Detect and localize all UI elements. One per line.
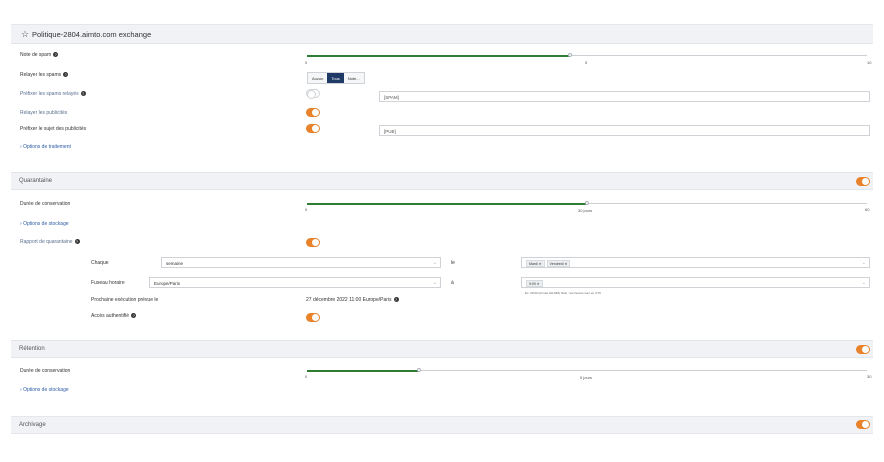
retention-options-stockage-link[interactable]: › Options de stockage [20,387,69,393]
note-spam-slider[interactable] [307,53,867,57]
note-spam-text: Note de spam [20,52,52,58]
retention-section-header: Rétention [11,340,873,358]
archivage-toggle[interactable] [856,420,870,429]
chevron-down-icon: ⌄ [432,280,437,286]
relayer-spams-segmented[interactable]: Aucun Tous Note... [307,72,365,84]
fuseau-select[interactable]: Europe/Paris ⌄ [149,277,441,288]
prefixer-spams-label: Préfixer les spams relayés? [20,91,86,97]
chaque-select-value: semaine [166,261,184,266]
fuseau-label: Fuseau horaire [91,280,125,286]
prochaine-execution-text: 27 décembre 2022 11:00 Europe/Paris [306,297,392,303]
policy-title-bar: ☆ Politique-2804.aimto.com exchange [11,24,873,44]
chevron-down-icon: ⌄ [432,260,437,266]
question-circle-icon[interactable]: ? [74,239,80,245]
chevron-right-icon: › [20,221,22,227]
note-spam-value: 5 [585,60,588,65]
quarantaine-duree-max: 60 [865,207,870,212]
retention-toggle[interactable] [856,345,870,354]
quarantaine-duree-slider-fill [307,202,587,205]
prochaine-execution-label: Prochaine exécution prévue le [91,297,159,303]
retention-duree-slider-handle[interactable] [417,368,421,372]
chaque-label: Chaque [91,260,109,266]
chevron-down-icon: ⌄ [861,280,866,286]
heure-multiselect[interactable]: 9:00 ✕ ⌄ [521,277,870,288]
question-circle-icon[interactable]: ? [80,91,86,97]
rapport-quarantaine-text: Rapport de quarantaine [20,239,73,245]
quarantaine-options-stockage-link[interactable]: › Options de stockage [20,221,69,227]
archivage-section-header: Archivage [11,416,873,434]
relayer-spams-label: Relayer les spams? [20,72,69,78]
archivage-title: Archivage [19,422,46,428]
prefixer-pubs-toggle[interactable] [306,124,320,133]
quarantaine-options-stockage-text: Options de stockage [23,221,69,227]
chevron-down-icon: ⌄ [861,260,866,266]
note-spam-max: 10 [867,60,872,65]
quarantaine-title: Quarantaine [19,178,53,184]
note-spam-slider-fill [307,54,571,57]
rapport-quarantaine-toggle[interactable] [306,238,320,247]
question-circle-icon[interactable]: ? [63,72,69,78]
acces-authentifie-text: Accès authentifié [91,313,130,319]
retention-duree-min: 0 [305,374,308,379]
chevron-right-icon: › [20,387,22,393]
jours-multiselect[interactable]: Mardi ✕ Vendredi ✕ ⌄ [521,257,870,268]
quarantaine-duree-slider[interactable] [307,201,867,205]
rapport-quarantaine-label: Rapport de quarantaine? [20,239,80,245]
heure-chip[interactable]: 9:00 ✕ [526,280,543,287]
chaque-select[interactable]: semaine ⌄ [161,257,441,268]
chevron-right-icon: › [20,144,22,150]
quarantaine-duree-value: 30 jours [578,208,593,213]
relayer-pubs-toggle[interactable] [306,108,320,117]
note-spam-slider-handle[interactable] [568,53,573,57]
question-circle-icon[interactable]: ? [393,297,399,303]
question-circle-icon[interactable]: ? [53,52,59,58]
quarantaine-toggle[interactable] [856,177,870,186]
jour-chip[interactable]: Vendredi ✕ [546,260,571,267]
le-label: le [451,260,455,266]
relayer-spams-text: Relayer les spams [20,72,62,78]
retention-duree-slider[interactable] [307,368,867,372]
note-spam-label: Note de spam? [20,52,59,58]
retention-options-stockage-text: Options de stockage [23,387,69,393]
prefixer-pubs-label: Préfixer le sujet des publicités [20,126,87,132]
acces-authentifie-toggle[interactable] [306,313,320,322]
relayer-option-aucun[interactable]: Aucun [308,73,327,83]
prochaine-execution-value: 27 décembre 2022 11:00 Europe/Paris? [306,297,399,303]
prefixer-pubs-input[interactable]: [PUB] [379,125,870,136]
retention-title: Rétention [19,346,45,352]
a-label: à [451,280,454,286]
retention-duree-max: 30 [867,374,872,379]
page-title: Politique-2804.aimto.com exchange [32,30,152,39]
quarantaine-duree-slider-handle[interactable] [585,201,589,205]
relayer-option-tous[interactable]: Tous [327,73,344,83]
acces-authentifie-label: Accès authentifié? [91,313,137,319]
heure-hint: Ex. 09:00 (format HH:MM) Note : les heur… [525,291,601,295]
prefixer-spams-input[interactable]: [SPAM] [379,91,870,102]
quarantaine-duree-label: Durée de conservation [20,201,71,207]
star-icon[interactable]: ☆ [21,29,29,40]
question-circle-icon[interactable]: ? [131,313,137,319]
prefixer-spams-toggle[interactable] [306,89,320,99]
quarantaine-duree-min: 0 [305,207,308,212]
prefixer-spams-text: Préfixer les spams relayés [20,91,79,97]
quarantaine-section-header: Quarantaine [11,172,873,190]
options-traitement-text: Options de traitement [23,144,71,150]
jour-chip[interactable]: Mardi ✕ [526,260,545,267]
relayer-option-note[interactable]: Note... [344,73,364,83]
fuseau-select-value: Europe/Paris [154,281,181,286]
retention-duree-slider-fill [307,369,419,372]
relayer-pubs-label: Relayer les publicités [20,110,68,116]
note-spam-min: 0 [305,60,308,65]
options-traitement-link[interactable]: › Options de traitement [20,144,71,150]
retention-duree-value: 5 jours [580,375,593,380]
retention-duree-label: Durée de conservation [20,368,71,374]
